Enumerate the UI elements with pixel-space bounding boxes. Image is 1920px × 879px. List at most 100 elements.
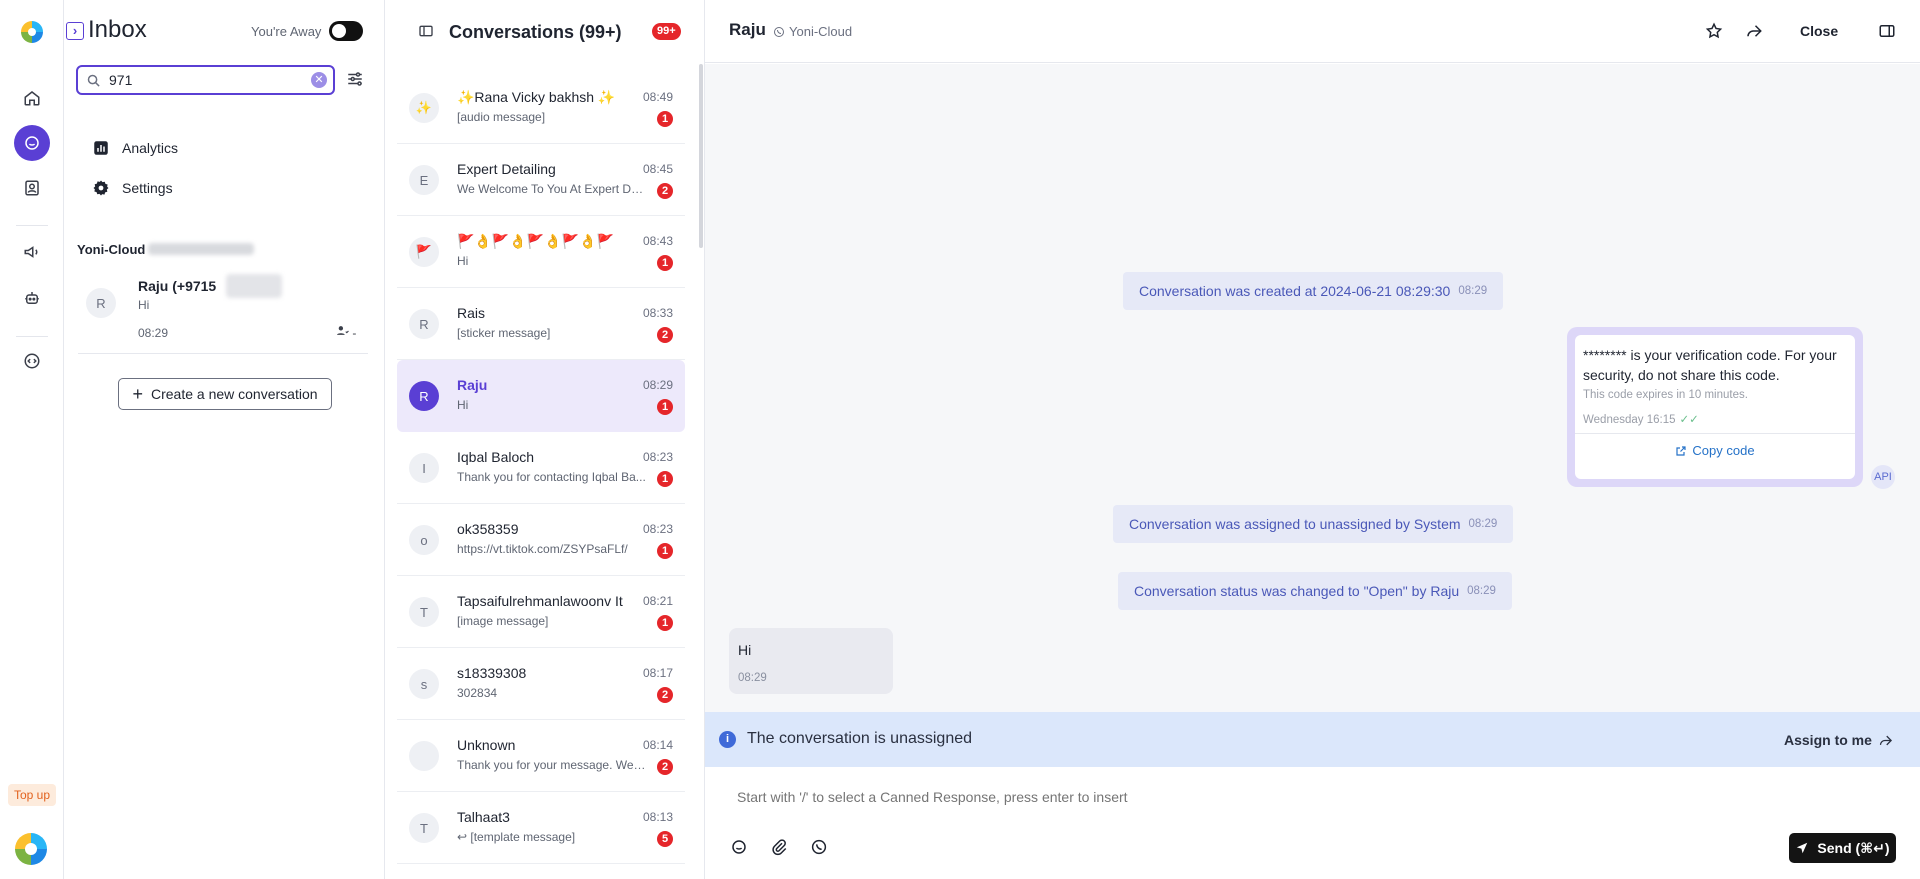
create-conversation-button[interactable]: + Create a new conversation [118,378,332,410]
chat-icon[interactable] [14,125,50,161]
create-conversation-label: Create a new conversation [150,386,318,402]
conversation-list-scrollbar[interactable] [699,64,703,248]
filter-icon[interactable] [346,70,364,88]
copy-code-button[interactable]: Copy code [1575,443,1855,458]
conversation-item[interactable]: E Expert Detailing We Welcome To You At Ex… [397,144,685,216]
conversation-time: 08:33 [642,306,673,320]
conversation-preview: Hi [457,398,469,412]
forward-icon [1879,735,1892,745]
conversation-item[interactable]: T Tapsaifulrehmanlawoonv It [image message… [397,576,685,648]
send-button[interactable]: Send (⌘↵) [1789,833,1896,863]
avatar: E [409,165,439,195]
assign-to-me-button[interactable]: Assign to me [1784,732,1893,748]
sidebar-panel-icon[interactable] [1878,22,1896,40]
conversation-item[interactable]: o ok358359 https://vt.tiktok.com/ZSYPsaFLf… [397,504,685,576]
conversation-time: 08:23 [642,450,673,464]
whatsapp-icon[interactable] [810,838,828,856]
chat-contact-name[interactable]: Raju [729,20,766,40]
top-up-button[interactable]: Top up [8,784,56,806]
conversation-name: Expert Detailing [457,161,556,177]
home-icon[interactable] [14,80,50,116]
avatar: s [409,669,439,699]
conversation-time: 08:45 [642,162,673,176]
template-card: ******** is your verification code. For … [1575,335,1855,479]
conversation-name: 🚩👌🚩👌🚩👌🚩👌🚩 [457,233,614,249]
conversation-preview: We Welcome To You At Expert De... [457,182,647,196]
conversation-preview: Thank you for your message. We'r... [457,758,647,772]
search-result-contact[interactable]: R Raju (+9715 Hi 08:29 - [78,268,368,354]
activity-message: Conversation was created at 2024-06-21 0… [1123,272,1504,310]
conversation-name: ✨Rana Vicky bakhsh ✨ [457,89,616,105]
nav-settings-label: Settings [122,180,173,196]
conversation-item[interactable]: Unknown Thank you for your message. We'r.… [397,720,685,792]
reply-input[interactable] [737,789,1637,805]
unread-count-badge: 2 [657,759,673,775]
incoming-message-time: 08:29 [738,672,767,684]
star-icon[interactable] [1705,22,1723,40]
send-icon [1797,842,1808,854]
conversation-item[interactable]: T Talhaat3 ↩ [template message] 08:13 5 [397,792,685,864]
contact-name: Raju (+9715 [138,278,217,294]
sidebar-toggle-icon[interactable]: › [66,22,84,40]
unread-count-badge: 1 [657,543,673,559]
reply-composer: Send (⌘↵) [705,767,1920,879]
account-label: Yoni-Cloud [77,242,146,257]
conversation-item[interactable]: I Iqbal Baloch Thank you for contacting Iq… [397,432,685,504]
conversation-time: 08:23 [642,522,673,536]
attachment-icon[interactable] [770,838,788,856]
contacts-icon[interactable] [14,170,50,206]
forward-icon[interactable] [1745,22,1763,40]
panel-toggle-icon[interactable] [417,23,435,39]
template-footer: This code expires in 10 minutes. [1583,389,1748,401]
activity-time: 08:29 [1467,585,1496,597]
conversation-name: Raju [457,377,488,393]
away-toggle[interactable] [329,21,363,41]
chat-panel: Raju Yoni-Cloud Close Conversation was c… [705,0,1920,879]
incoming-message-text: Hi [738,642,752,658]
conversation-item[interactable]: s s18339308 302834 08:17 2 [397,648,685,720]
copy-code-label: Copy code [1692,443,1755,458]
conversation-time: 08:49 [642,90,673,104]
activity-text: Conversation was assigned to unassigned … [1129,516,1461,532]
unread-count-badge: 1 [657,399,673,415]
whatsapp-icon [774,26,784,37]
nav-settings[interactable]: Settings [92,177,173,199]
close-conversation-button[interactable]: Close [1800,23,1838,39]
nav-analytics[interactable]: Analytics [92,137,178,159]
emoji-icon[interactable] [730,838,748,856]
search-box[interactable]: ✕ [76,65,335,95]
away-status-label: You're Away [251,24,322,39]
activity-text: Conversation status was changed to "Open… [1134,583,1460,599]
conversation-name: Tapsaifulrehmanlawoonv It [457,593,623,609]
clear-search-icon[interactable]: ✕ [311,72,327,88]
conversation-item[interactable]: ✨ ✨Rana Vicky bakhsh ✨ [audio message] 08:4… [397,72,685,144]
conversation-preview: [sticker message] [457,326,551,340]
redacted-phone [226,274,282,298]
conversation-item[interactable]: R Rais [sticker message] 08:33 2 [397,288,685,360]
conversation-item[interactable]: R Raju Hi 08:29 1 [397,360,685,432]
send-label: Send (⌘↵) [1817,839,1890,856]
conversation-list-title: Conversations (99+) [449,22,622,42]
template-body: ******** is your verification code. For … [1583,347,1837,383]
conversation-time: 08:13 [642,810,673,824]
app-logo[interactable] [21,21,43,43]
conversation-name: Iqbal Baloch [457,449,535,465]
conversation-time: 08:17 [642,666,673,680]
unread-count-badge: 5 [657,831,673,847]
message-timestamp-text: Wednesday 16:15 [1583,414,1676,426]
bot-icon[interactable] [14,280,50,316]
info-icon: i [719,731,736,748]
conversation-time: 08:21 [642,594,673,608]
inbox-title: Inbox [88,16,147,43]
conversation-preview: [image message] [457,614,549,628]
activity-time: 08:29 [1458,285,1488,297]
integrations-icon[interactable] [14,343,50,379]
chat-channel: Yoni-Cloud [773,24,852,39]
search-input[interactable] [109,72,299,88]
avatar: R [86,288,116,318]
avatar [409,741,439,771]
campaigns-icon[interactable] [14,234,50,270]
conversation-item[interactable]: 🚩 🚩👌🚩👌🚩👌🚩👌🚩 Hi 08:43 1 [397,216,685,288]
redacted-account-info [148,243,254,255]
conversation-preview: 302834 [457,686,498,700]
